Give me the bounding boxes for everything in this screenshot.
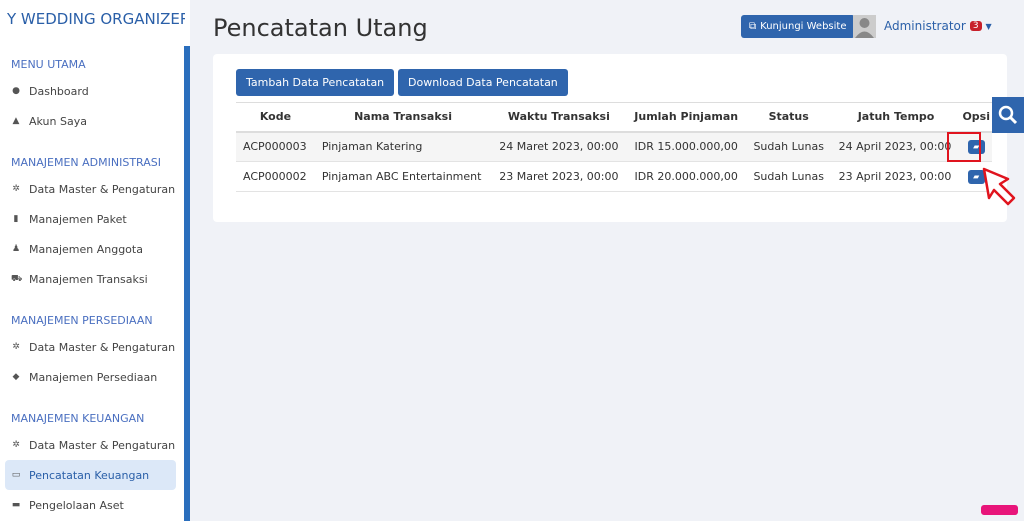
sidebar-item[interactable]: ✲ Data Master & Pengaturan: [5, 332, 176, 362]
watermark-logo: [981, 505, 1018, 515]
table-row: ACP000003 Pinjaman Katering 24 Maret 2023,…: [236, 131, 992, 162]
table-cell: 24 Maret 2023, 00:00: [491, 131, 627, 162]
table-cell: ACP000003: [236, 131, 315, 162]
column-header: Jatuh Tempo: [831, 102, 961, 133]
avatar[interactable]: [853, 15, 876, 38]
table-cell: IDR 20.000.000,00: [626, 161, 746, 192]
search-button[interactable]: [992, 97, 1024, 133]
sidebar-item[interactable]: ✲ Data Master & Pengaturan: [5, 430, 176, 460]
sidebar-item-label: Pengelolaan Aset: [29, 498, 124, 512]
column-header: Waktu Transaksi: [491, 102, 627, 133]
sidebar-item[interactable]: ▮ Manajemen Paket: [5, 204, 176, 234]
download-record-button[interactable]: Download Data Pencatatan: [398, 69, 568, 96]
sidebar-item[interactable]: ✲ Data Master & Pengaturan: [5, 174, 176, 204]
sidebar-item[interactable]: ♟ Manajemen Anggota: [5, 234, 176, 264]
sidebar-section-title: MANAJEMEN ADMINISTRASI: [11, 156, 161, 169]
highlight-box: [947, 132, 981, 162]
visit-label: Kunjungi Website: [760, 21, 847, 32]
sidebar-item[interactable]: ● Dashboard: [5, 76, 176, 106]
money-icon: ▭: [11, 470, 21, 480]
user-menu[interactable]: Administrator 3 ▼: [884, 19, 992, 33]
table-cell: Sudah Lunas: [745, 131, 832, 162]
globe-icon: ●: [12, 86, 20, 96]
sidebar-section-title: MANAJEMEN KEUANGAN: [11, 412, 145, 425]
sidebar-item[interactable]: ▲ Akun Saya: [5, 106, 176, 136]
cogs-icon: ✲: [12, 184, 20, 194]
column-header: Opsi: [960, 102, 992, 133]
column-header: Nama Transaksi: [314, 102, 492, 133]
notification-badge: 3: [969, 21, 982, 31]
column-header: Status: [745, 102, 832, 133]
cogs-icon: ✲: [12, 342, 20, 352]
table-cell: ACP000002: [236, 161, 315, 192]
debt-table: Kode Nama Transaksi Waktu Transaksi Jumlah …: [236, 102, 992, 192]
cogs-icon: ✲: [12, 440, 20, 450]
add-record-button[interactable]: Tambah Data Pencatatan: [236, 69, 395, 96]
sidebar-section-title: MANAJEMEN PERSEDIAAN: [11, 314, 153, 327]
sidebar-item-label: Manajemen Persediaan: [29, 370, 158, 384]
column-header: Kode: [236, 102, 315, 133]
sidebar-item-label: Data Master & Pengaturan: [29, 438, 176, 452]
sidebar-item[interactable]: ▭ Pencatatan Keuangan: [5, 460, 176, 490]
sidebar-item-label: Data Master & Pengaturan: [29, 182, 176, 196]
sidebar-item-label: Manajemen Transaksi: [29, 272, 148, 286]
hdd-icon: ▬: [11, 500, 21, 510]
sidebar-item-label: Akun Saya: [29, 114, 87, 128]
table-cell: Pinjaman ABC Entertainment: [314, 161, 492, 192]
table-row: ACP000002 Pinjaman ABC Entertainment 23 Ma…: [236, 161, 992, 192]
column-header: Jumlah Pinjaman: [626, 102, 746, 133]
sidebar-item-label: Dashboard: [29, 84, 89, 98]
brand-name: Y WEDDING ORGANIZER: [7, 10, 185, 28]
brand-logo[interactable]: Y WEDDING ORGANIZER: [5, 10, 185, 28]
table-cell: 23 Maret 2023, 00:00: [491, 161, 627, 192]
sidebar-item[interactable]: ⛟ Manajemen Transaksi: [5, 264, 176, 294]
book-icon: ▮: [13, 214, 19, 224]
cart-icon: ⛟: [11, 273, 23, 284]
visit-website-button[interactable]: ⧉ Kunjungi Website: [741, 15, 855, 38]
cubes-icon: ◆: [12, 372, 20, 382]
sidebar: Y WEDDING ORGANIZER MENU UTAMA ● Dashboard…: [0, 0, 190, 521]
caret-down-icon: ▼: [985, 21, 992, 31]
table-cell: Pinjaman Katering: [314, 131, 492, 162]
table-cell: IDR 15.000.000,00: [626, 131, 746, 162]
sidebar-item-label: Pencatatan Keuangan: [29, 468, 150, 482]
search-icon: [998, 105, 1018, 125]
page-title: Pencatatan Utang: [213, 14, 428, 42]
sidebar-scrollbar[interactable]: [184, 46, 190, 521]
user-name: Administrator: [884, 19, 966, 33]
sidebar-item-label: Manajemen Anggota: [29, 242, 143, 256]
pointer-arrow-icon: [982, 167, 1016, 206]
sidebar-item[interactable]: ◆ Manajemen Persediaan: [5, 362, 176, 392]
external-link-icon: ⧉: [749, 21, 757, 32]
table-cell: Sudah Lunas: [745, 161, 832, 192]
users-icon: ♟: [11, 244, 21, 254]
sidebar-item-label: Data Master & Pengaturan: [29, 340, 176, 354]
sidebar-item-label: Manajemen Paket: [29, 212, 127, 226]
user-icon: ▲: [12, 116, 20, 126]
sidebar-section-title: MENU UTAMA: [11, 58, 86, 71]
table-cell: 23 April 2023, 00:00: [831, 161, 961, 192]
table-cell: 24 April 2023, 00:00: [831, 131, 961, 162]
sidebar-item[interactable]: ▬ Pengelolaan Aset: [5, 490, 176, 520]
